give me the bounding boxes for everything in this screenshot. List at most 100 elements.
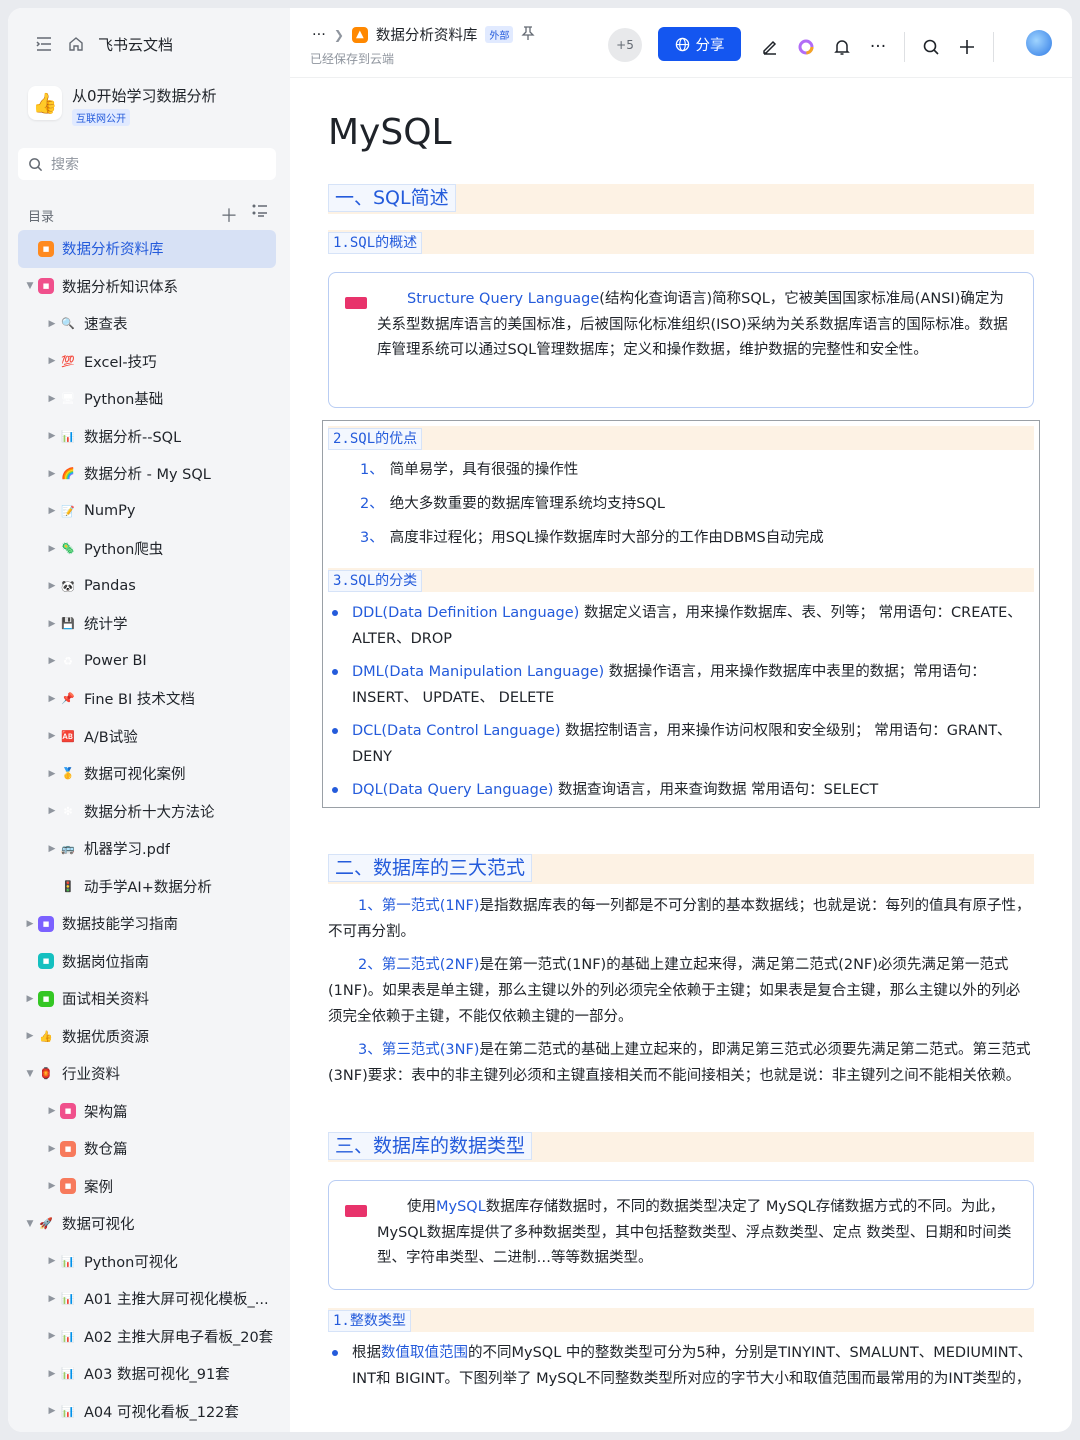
sidebar-item[interactable]: ▶ ■ 数仓篇 — [18, 1130, 276, 1168]
more-crumbs-button[interactable]: ··· — [312, 27, 326, 43]
callout-block[interactable]: Structure Query Language(结构化查询语言)简称SQL，它… — [328, 272, 1034, 408]
add-icon[interactable] — [957, 37, 977, 57]
pin-icon[interactable] — [521, 25, 535, 44]
sidebar-item[interactable]: ▶ ♻ Power BI — [18, 643, 276, 681]
chevron-right-icon[interactable]: ▶ — [44, 544, 60, 554]
chevron-right-icon[interactable]: ▶ — [44, 1256, 60, 1266]
sidebar-item[interactable]: ■ 数据岗位指南 — [18, 943, 276, 981]
section-heading[interactable]: 二、数据库的三大范式 — [328, 854, 533, 882]
term-link[interactable]: DDL(Data Definition Language) — [352, 605, 579, 621]
chevron-right-icon[interactable]: ▶ — [44, 1144, 60, 1154]
subsection-heading[interactable]: 1.整数类型 — [328, 1310, 411, 1332]
term-link[interactable]: 数值取值范围 — [381, 1345, 468, 1361]
sidebar-item[interactable]: 🚦 动手学AI+数据分析 — [18, 868, 276, 906]
term-link[interactable]: DCL(Data Control Language) — [352, 723, 561, 739]
sidebar-item[interactable]: ▶ ■ 案例 — [18, 1168, 276, 1206]
sidebar-item[interactable]: ■ 数据分析资料库 — [18, 230, 276, 268]
sidebar-item[interactable]: ▶ 🌈 数据分析 - My SQL — [18, 455, 276, 493]
app-name[interactable]: 飞书云文档 — [98, 34, 173, 55]
sidebar-item[interactable]: ▶ 🖥 Python基础 — [18, 380, 276, 418]
user-avatar[interactable] — [1026, 30, 1052, 56]
term-link[interactable]: 第一范式(1NF) — [382, 898, 480, 914]
callout-link[interactable]: Structure Query Language — [407, 291, 599, 307]
sidebar-item[interactable]: ▶ 📊 A02 主推大屏电子看板_20套 — [18, 1318, 276, 1356]
subsection-heading[interactable]: 2.SQL的优点 — [328, 428, 423, 450]
doc-title[interactable]: MySQL — [328, 112, 452, 153]
toc-list-icon[interactable] — [252, 202, 268, 228]
term-link[interactable]: DQL(Data Query Language) — [352, 782, 553, 798]
chevron-right-icon[interactable]: ▶ — [22, 919, 38, 929]
callout-link[interactable]: MySQL — [436, 1199, 486, 1215]
chevron-right-icon[interactable]: ▶ — [44, 356, 60, 366]
chevron-right-icon[interactable]: ▶ — [44, 1294, 60, 1304]
sidebar-item[interactable]: ▼ ■ 数据分析知识体系 — [18, 268, 276, 306]
sidebar-item[interactable]: ▼ 🏮 行业资料 — [18, 1055, 276, 1093]
bell-icon[interactable] — [832, 37, 852, 57]
chevron-right-icon[interactable]: ▶ — [44, 731, 60, 741]
sidebar-item[interactable]: ▶ 📊 Python可视化 — [18, 1243, 276, 1281]
term-link[interactable]: 第三范式(3NF) — [382, 1042, 480, 1058]
sidebar-item[interactable]: ▶ 💾 统计学 — [18, 605, 276, 643]
chevron-right-icon[interactable]: ▶ — [44, 694, 60, 704]
collaborators-count[interactable]: +5 — [608, 28, 642, 62]
sidebar-item[interactable]: ▶ 👍 数据优质资源 — [18, 1018, 276, 1056]
more-options-icon[interactable]: ··· — [868, 37, 888, 57]
chevron-right-icon[interactable]: ▶ — [44, 1106, 60, 1116]
sidebar-item[interactable]: ▶ 📌 Fine BI 技术文档 — [18, 680, 276, 718]
term-link[interactable]: 第二范式(2NF) — [382, 957, 480, 973]
chevron-right-icon[interactable]: ▶ — [44, 844, 60, 854]
chevron-right-icon[interactable]: ▶ — [44, 1406, 60, 1416]
chevron-down-icon[interactable]: ▼ — [22, 1069, 38, 1079]
sidebar-item[interactable]: ▶ ■ 架构篇 — [18, 1093, 276, 1131]
chevron-down-icon[interactable]: ▼ — [22, 1219, 38, 1229]
chevron-right-icon[interactable]: ▶ — [44, 1331, 60, 1341]
sidebar-item[interactable]: ▶ 📊 数据分析--SQL — [18, 418, 276, 456]
sidebar-item[interactable]: ▶ 📊 A04 可视化看板_122套 — [18, 1393, 276, 1431]
callout-block[interactable]: 使用MySQL数据库存储数据时，不同的数据类型决定了 MySQL存储数据方式的不… — [328, 1180, 1034, 1290]
chevron-right-icon[interactable]: ▶ — [44, 806, 60, 816]
add-page-icon[interactable]: ＋ — [220, 202, 238, 228]
chevron-right-icon[interactable]: ▶ — [44, 394, 60, 404]
chevron-right-icon[interactable]: ▶ — [44, 619, 60, 629]
sidebar-item[interactable]: ▶ 📝 NumPy — [18, 493, 276, 531]
chevron-right-icon[interactable]: ▶ — [44, 581, 60, 591]
sidebar-item[interactable]: ▶ 📊 A03 数据可视化_91套 — [18, 1355, 276, 1393]
collapse-sidebar-icon[interactable] — [34, 34, 54, 54]
chevron-right-icon[interactable]: ▶ — [44, 1181, 60, 1191]
sidebar-item[interactable]: ▶ 📊 A01 主推大屏可视化模板_... — [18, 1280, 276, 1318]
sidebar-item[interactable]: ▶ ■ 数据技能学习指南 — [18, 905, 276, 943]
chevron-right-icon[interactable]: ▶ — [22, 1031, 38, 1041]
search-icon[interactable] — [921, 37, 941, 57]
section-heading[interactable]: 一、SQL简述 — [328, 184, 456, 212]
share-button[interactable]: 分享 — [658, 27, 741, 61]
chevron-right-icon[interactable]: ▶ — [44, 319, 60, 329]
search-input[interactable]: 搜索 — [18, 148, 276, 180]
sidebar-item[interactable]: ▶ 🐼 Pandas — [18, 568, 276, 606]
subsection-heading[interactable]: 3.SQL的分类 — [328, 570, 423, 592]
term-link[interactable]: DML(Data Manipulation Language) — [352, 664, 604, 680]
space-header[interactable]: 👍 从0开始学习数据分析 互联网公开 — [28, 86, 217, 126]
chevron-right-icon[interactable]: ▶ — [44, 506, 60, 516]
subsection-heading[interactable]: 1.SQL的概述 — [328, 232, 423, 254]
section-heading[interactable]: 三、数据库的数据类型 — [328, 1132, 533, 1160]
sidebar-item[interactable]: ▼ 🚀 数据可视化 — [18, 1205, 276, 1243]
chevron-right-icon[interactable]: ▶ — [44, 769, 60, 779]
sidebar-item[interactable]: ▶ 🚌 机器学习.pdf — [18, 830, 276, 868]
ai-assistant-icon[interactable] — [796, 37, 816, 57]
sidebar-item[interactable]: ▶ 🦠 Python爬虫 — [18, 530, 276, 568]
edit-icon[interactable] — [760, 37, 780, 57]
breadcrumb-doc-name[interactable]: 数据分析资料库 — [376, 24, 478, 45]
chevron-right-icon[interactable]: ▶ — [44, 1369, 60, 1379]
home-icon[interactable] — [66, 34, 86, 54]
chevron-right-icon[interactable]: ▶ — [44, 656, 60, 666]
chevron-down-icon[interactable]: ▼ — [22, 281, 38, 291]
sidebar-item[interactable]: ▶ 🥇 数据可视化案例 — [18, 755, 276, 793]
sidebar-item[interactable]: ▶ 🔍 速查表 — [18, 305, 276, 343]
sidebar-item[interactable]: ▶ ❇ 数据分析十大方法论 — [18, 793, 276, 831]
chevron-right-icon[interactable]: ▶ — [22, 994, 38, 1004]
chevron-right-icon[interactable]: ▶ — [44, 431, 60, 441]
sidebar-item[interactable]: ▶ 🆎 A/B试验 — [18, 718, 276, 756]
chevron-right-icon[interactable]: ▶ — [44, 469, 60, 479]
sidebar-item[interactable]: ▶ 💯 Excel-技巧 — [18, 343, 276, 381]
sidebar-item[interactable]: ▶ ■ 面试相关资料 — [18, 980, 276, 1018]
